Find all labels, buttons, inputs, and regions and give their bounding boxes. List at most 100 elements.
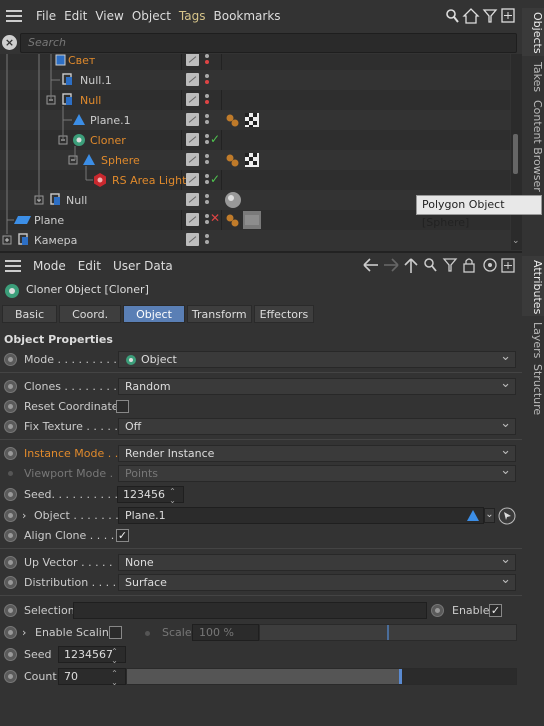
visibility-icon[interactable] (186, 173, 199, 186)
animate-icon[interactable] (4, 576, 17, 589)
up-arrow-icon[interactable] (404, 258, 418, 273)
tab-transform[interactable]: Transform (186, 305, 252, 323)
menu-bookmarks[interactable]: Bookmarks (214, 9, 281, 23)
material-tag-icon[interactable] (225, 153, 239, 167)
expand-arrow-icon[interactable]: › (22, 509, 26, 522)
visibility-icon[interactable] (186, 233, 199, 246)
scrollbar-thumb[interactable] (513, 134, 518, 174)
tab-attributes[interactable]: Attributes (522, 256, 544, 316)
selection-field[interactable] (73, 602, 427, 619)
attr-menu-user-data[interactable]: User Data (113, 259, 173, 273)
menu-object[interactable]: Object (132, 9, 171, 23)
align-clone-checkbox[interactable]: ✓ (116, 529, 129, 542)
animate-icon[interactable] (4, 604, 17, 617)
enabled-check-icon[interactable]: ✓ (210, 172, 220, 186)
forward-arrow-icon[interactable] (384, 258, 399, 272)
environment-tag-icon[interactable] (224, 191, 242, 209)
count-slider-handle[interactable] (399, 669, 402, 684)
back-arrow-icon[interactable] (363, 258, 378, 272)
render-dots-icon[interactable] (204, 232, 210, 248)
tab-layers[interactable]: Layers (522, 318, 544, 358)
count-slider[interactable] (126, 668, 517, 685)
animate-icon[interactable] (4, 353, 17, 366)
object-link-field[interactable]: Plane.1 (118, 507, 484, 524)
fix-texture-dropdown[interactable]: Off (118, 416, 516, 435)
render-dots-icon[interactable] (204, 92, 210, 108)
expand-arrow-icon[interactable]: › (22, 626, 26, 639)
distribution-dropdown[interactable]: Surface (118, 572, 516, 591)
mode-dropdown[interactable]: Object (118, 349, 516, 368)
render-dots-icon[interactable] (204, 152, 210, 168)
render-dots-icon[interactable] (204, 54, 210, 68)
menu-file[interactable]: File (36, 9, 56, 23)
search-icon[interactable] (446, 9, 459, 23)
hamburger-menu-icon[interactable] (6, 10, 22, 22)
visibility-icon[interactable] (186, 54, 199, 66)
visibility-icon[interactable] (186, 193, 199, 206)
animate-icon[interactable] (4, 626, 17, 639)
visibility-icon[interactable] (186, 93, 199, 106)
search-input[interactable]: Search (20, 33, 517, 53)
seed2-input[interactable]: 1234567 (58, 646, 126, 665)
reset-coordinates-checkbox[interactable] (116, 400, 129, 413)
instance-mode-dropdown[interactable]: Render Instance (118, 443, 516, 462)
lock-icon[interactable] (463, 258, 475, 273)
animate-icon[interactable] (4, 400, 17, 413)
visibility-icon[interactable] (186, 213, 199, 226)
pick-object-icon[interactable] (498, 507, 516, 525)
render-dots-icon[interactable] (204, 72, 210, 88)
animate-icon[interactable] (4, 670, 17, 683)
enabled-check-icon[interactable]: ✓ (210, 132, 220, 146)
visibility-icon[interactable] (186, 73, 199, 86)
up-vector-dropdown[interactable]: None (118, 552, 516, 571)
visibility-icon[interactable] (186, 153, 199, 166)
animate-icon[interactable] (4, 380, 17, 393)
animate-icon[interactable] (4, 529, 17, 542)
menu-tags[interactable]: Tags (179, 9, 206, 23)
texture-tag-icon[interactable] (245, 113, 259, 127)
link-dropdown-icon[interactable]: ⌄ (484, 508, 495, 523)
hamburger-menu-icon[interactable] (5, 260, 21, 272)
texture-tag-icon[interactable] (245, 153, 259, 167)
material-tag-icon[interactable] (225, 213, 239, 227)
search-icon[interactable] (424, 258, 437, 272)
clear-search-icon[interactable]: × (2, 35, 17, 50)
home-icon[interactable] (462, 8, 480, 24)
record-icon[interactable] (483, 258, 497, 272)
disabled-x-icon[interactable]: ✕ (210, 211, 220, 225)
filter-icon[interactable] (442, 258, 458, 272)
new-window-icon[interactable] (501, 8, 515, 23)
menu-view[interactable]: View (95, 9, 123, 23)
animate-icon[interactable] (4, 447, 17, 460)
clones-dropdown[interactable]: Random (118, 376, 516, 395)
tab-content-browser[interactable]: Content Browser (522, 96, 544, 196)
render-dots-icon[interactable] (204, 112, 210, 128)
count-input[interactable]: 70 (58, 668, 126, 687)
filter-icon[interactable] (482, 9, 498, 23)
menu-edit[interactable]: Edit (64, 9, 87, 23)
animate-icon[interactable] (4, 556, 17, 569)
new-window-icon[interactable] (501, 258, 515, 273)
visibility-icon[interactable] (186, 113, 199, 126)
tab-object[interactable]: Object (123, 305, 185, 323)
animate-icon[interactable] (4, 488, 17, 501)
tab-takes[interactable]: Takes (522, 58, 544, 96)
tab-structure[interactable]: Structure (522, 360, 544, 415)
attr-menu-edit[interactable]: Edit (78, 259, 101, 273)
tab-coord[interactable]: Coord. (59, 305, 122, 323)
enable-scaling-checkbox[interactable] (109, 626, 122, 639)
attr-menu-mode[interactable]: Mode (33, 259, 66, 273)
tab-basic[interactable]: Basic (2, 305, 58, 323)
animate-icon[interactable] (431, 604, 444, 617)
material-tag-icon[interactable] (225, 113, 239, 127)
enable-checkbox[interactable]: ✓ (489, 604, 502, 617)
tree-scrollbar[interactable]: ⌄ (511, 54, 522, 250)
render-dots-icon[interactable] (204, 192, 210, 208)
seed-input[interactable]: 123456 (117, 486, 184, 505)
visibility-icon[interactable] (186, 133, 199, 146)
scroll-down-icon[interactable]: ⌄ (512, 236, 520, 246)
texture-tag-icon[interactable] (243, 211, 261, 229)
tab-objects[interactable]: Objects (522, 8, 544, 56)
animate-icon[interactable] (4, 648, 17, 661)
animate-icon[interactable] (4, 509, 17, 522)
